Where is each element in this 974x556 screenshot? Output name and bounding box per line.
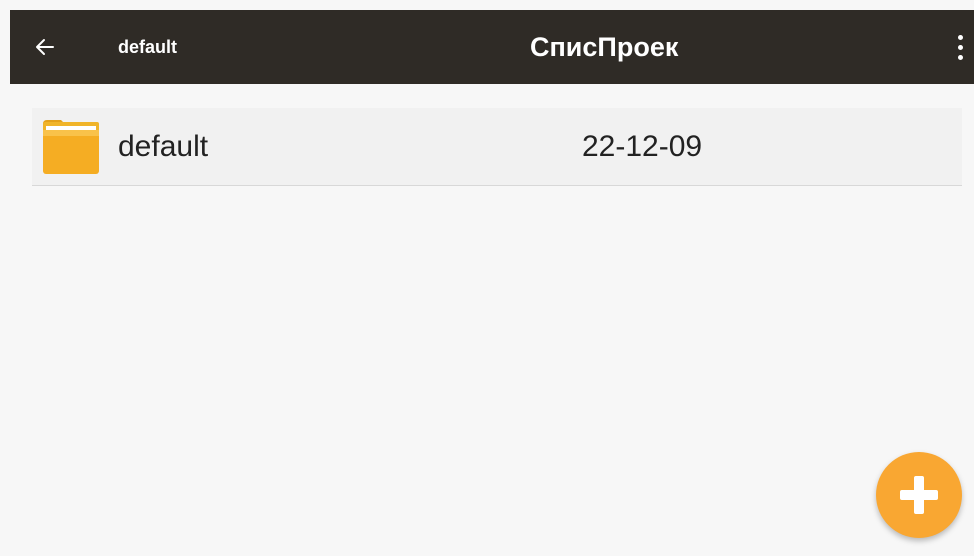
back-button[interactable] [28, 30, 62, 64]
project-date: 22-12-09 [582, 130, 703, 163]
arrow-left-icon [36, 39, 54, 55]
folder-icon [43, 120, 99, 174]
add-project-button[interactable] [876, 452, 962, 538]
more-vert-icon [957, 34, 963, 40]
breadcrumb: default [118, 37, 178, 57]
list-item[interactable]: default 22-12-09 [32, 108, 962, 186]
project-list-screen: default СписПроек default 22-12-09 [0, 0, 974, 556]
project-name: default [118, 130, 209, 163]
page-title: СписПроек [530, 32, 679, 62]
app-bar: default СписПроек [10, 10, 974, 84]
overflow-menu-button[interactable] [946, 30, 974, 64]
